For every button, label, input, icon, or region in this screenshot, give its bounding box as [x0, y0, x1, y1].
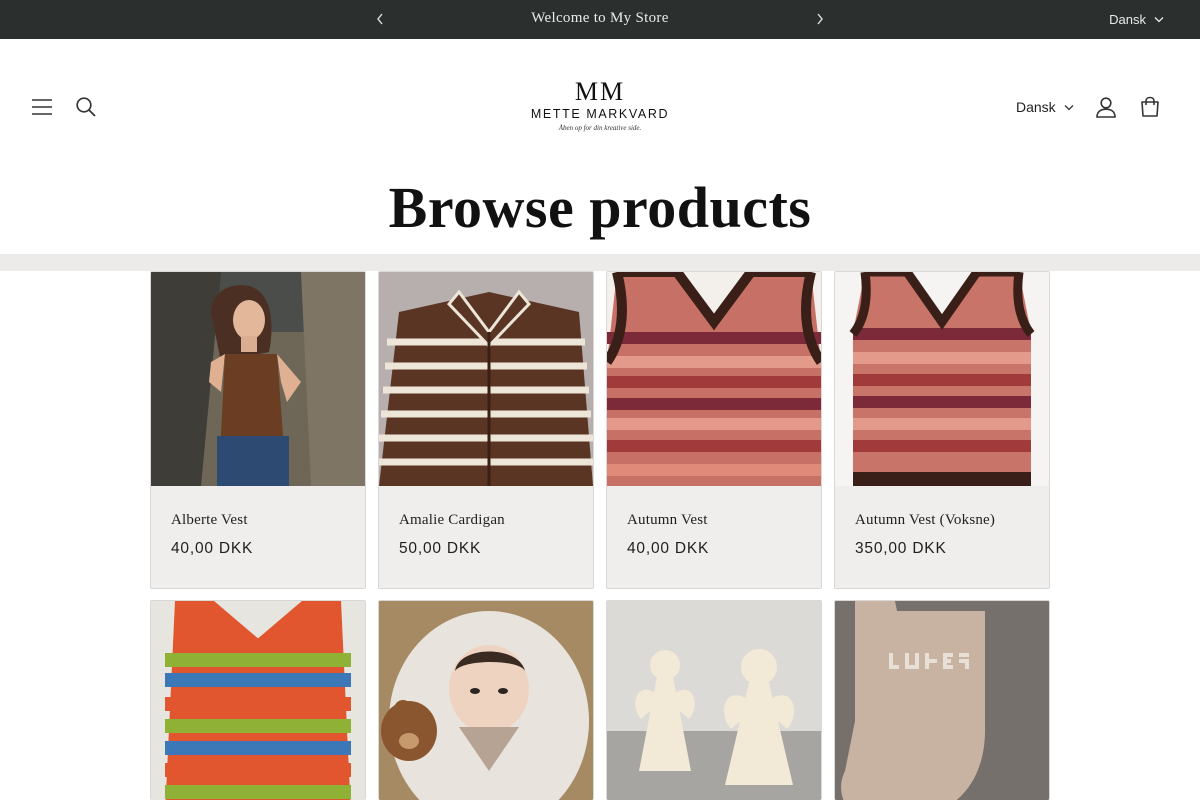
cart-button[interactable]	[1134, 91, 1166, 123]
page-title: Browse products	[388, 175, 812, 240]
product-card[interactable]	[150, 600, 366, 800]
cart-icon	[1141, 96, 1159, 117]
product-card[interactable]: Alberte Vest 40,00 DKK	[150, 271, 366, 589]
logo-monogram: MM	[574, 77, 626, 106]
product-card[interactable]: Amalie Cardigan 50,00 DKK	[378, 271, 594, 589]
product-image[interactable]	[151, 601, 365, 800]
product-image[interactable]	[835, 601, 1049, 800]
account-icon	[1096, 97, 1116, 118]
store-logo[interactable]: MM METTE MARKVARD Åben op for din kreati…	[520, 79, 680, 135]
product-card[interactable]: Autumn Vest (Voksne) 350,00 DKK	[834, 271, 1050, 589]
product-image[interactable]	[607, 272, 821, 486]
product-name[interactable]: Alberte Vest	[171, 512, 248, 529]
product-price: 40,00 DKK	[171, 540, 254, 557]
announcement-language-selector[interactable]: Dansk	[1109, 0, 1164, 38]
announcement-bar: Welcome to My Store Dansk	[0, 0, 1200, 39]
announcement-language-label: Dansk	[1109, 11, 1146, 27]
announcement-prev-button[interactable]	[369, 8, 391, 30]
product-card[interactable]	[606, 600, 822, 800]
product-image[interactable]	[607, 601, 821, 800]
header-language-selector[interactable]: Dansk	[1016, 95, 1074, 119]
product-name[interactable]: Autumn Vest	[627, 512, 708, 529]
chevron-down-icon	[1064, 104, 1074, 110]
product-card[interactable]: Autumn Vest 40,00 DKK	[606, 271, 822, 589]
chevron-left-icon	[377, 13, 383, 25]
logo-brand-name: METTE MARKVARD	[530, 107, 670, 121]
menu-icon	[32, 99, 52, 115]
product-card[interactable]	[378, 600, 594, 800]
logo-tagline: Åben op for din kreative side.	[558, 124, 642, 132]
header-language-label: Dansk	[1016, 99, 1056, 115]
product-price: 40,00 DKK	[627, 540, 710, 557]
product-name[interactable]: Amalie Cardigan	[399, 512, 505, 529]
announcement-message: Welcome to My Store	[531, 10, 669, 26]
search-icon	[76, 97, 96, 117]
chevron-down-icon	[1154, 16, 1164, 22]
product-card[interactable]	[834, 600, 1050, 800]
product-name[interactable]: Autumn Vest (Voksne)	[855, 512, 995, 529]
chevron-right-icon	[817, 13, 823, 25]
menu-button[interactable]	[26, 91, 58, 123]
product-image[interactable]	[379, 272, 593, 486]
product-image[interactable]	[835, 272, 1049, 486]
product-price: 50,00 DKK	[399, 540, 482, 557]
product-price: 350,00 DKK	[855, 540, 947, 557]
section-divider-band	[0, 254, 1200, 271]
announcement-next-button[interactable]	[809, 8, 831, 30]
product-image[interactable]	[151, 272, 365, 486]
search-button[interactable]	[70, 91, 102, 123]
account-button[interactable]	[1090, 91, 1122, 123]
product-image[interactable]	[379, 601, 593, 800]
site-header: MM METTE MARKVARD Åben op for din kreati…	[0, 39, 1200, 176]
